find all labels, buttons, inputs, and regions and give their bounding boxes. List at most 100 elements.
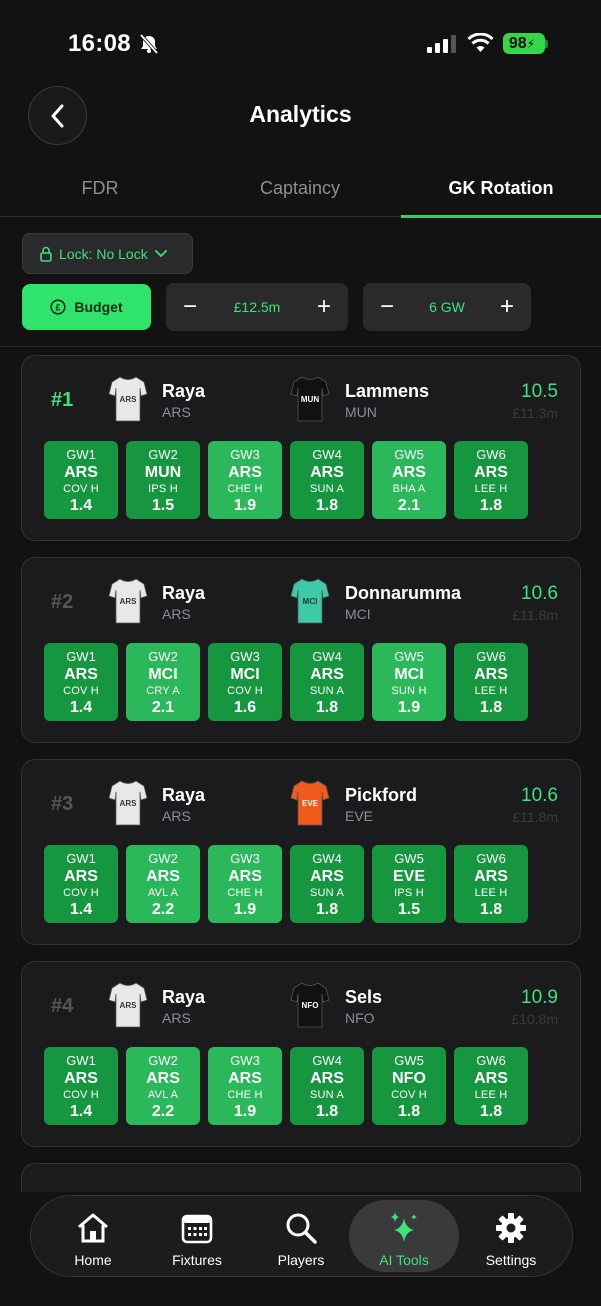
gw-value: 1.8: [397, 1103, 421, 1120]
gw-label: GW2: [148, 851, 178, 866]
battery-cap: [545, 40, 548, 48]
tab-gk-rotation[interactable]: GK Rotation: [401, 160, 601, 217]
sparkles-icon: [391, 1212, 417, 1242]
rotation-card[interactable]: #3 ARS Raya ARS EVE Pickford EVE 10.6 £1…: [21, 759, 581, 945]
search-icon: [286, 1213, 317, 1244]
nav-home[interactable]: Home: [38, 1200, 148, 1272]
kit-code-label: ARS: [120, 395, 138, 404]
rotation-card[interactable]: #2 ARS Raya ARS MCI Donnarumma MCI 10.6 …: [21, 557, 581, 743]
gw-team: ARS: [64, 464, 98, 481]
total-fdr: 10.6: [521, 785, 558, 806]
gw-team: ARS: [64, 1070, 98, 1087]
gw-value: 1.8: [315, 497, 339, 514]
player1-team: ARS: [162, 808, 191, 824]
nav-fixtures[interactable]: Fixtures: [142, 1200, 252, 1272]
rotation-list[interactable]: #1 ARS Raya ARS MUN Lammens MUN 10.5 £11…: [0, 347, 601, 1192]
nav-settings-label: Settings: [485, 1252, 537, 1268]
gw-opponent: CHE H: [227, 887, 263, 899]
gw-team: ARS: [146, 1070, 180, 1087]
gw-opponent: CRY A: [146, 685, 180, 697]
gw-value: 1.5: [151, 497, 175, 514]
kit-code-label: NFO: [302, 1001, 319, 1010]
gw-cell: GW6 ARS LEE H 1.8: [454, 643, 528, 721]
gw-team: ARS: [310, 666, 344, 683]
gw-cell: GW5 NFO COV H 1.8: [372, 1047, 446, 1125]
player2-team: MCI: [345, 606, 371, 622]
gw-team: ARS: [474, 666, 508, 683]
gw-opponent: SUN A: [309, 483, 344, 495]
kit-code-label: ARS: [120, 597, 138, 606]
gw-label: GW5: [394, 447, 424, 462]
gw-opponent: CHE H: [227, 483, 263, 495]
shirt-icon: EVE: [290, 780, 330, 826]
nav-settings[interactable]: Settings: [456, 1200, 566, 1272]
gw-cell: GW3 ARS CHE H 1.9: [208, 441, 282, 519]
player1-name: Raya: [162, 583, 206, 603]
gw-label: GW1: [66, 851, 96, 866]
rotation-card[interactable]: #4 ARS Raya ARS NFO Sels NFO 10.9 £10.8m…: [21, 961, 581, 1147]
gw-value: 1.8: [315, 699, 339, 716]
gw-label: GW6: [476, 649, 506, 664]
pair-price: £11.3m: [512, 405, 558, 421]
tab-bar: FDR Captaincy GK Rotation: [0, 160, 601, 218]
gw-label: GW2: [148, 1053, 178, 1068]
nav-players[interactable]: Players: [246, 1200, 356, 1272]
gw-opponent: SUN A: [309, 887, 344, 899]
gw-cell: GW6 ARS LEE H 1.8: [454, 441, 528, 519]
total-fdr: 10.5: [521, 381, 558, 402]
gw-value: 2.2: [151, 1103, 175, 1120]
player2-name: Pickford: [345, 785, 418, 805]
gw-value: 1.8: [479, 901, 503, 918]
gw-opponent: IPS H: [394, 887, 424, 899]
budget-label: Budget: [74, 299, 123, 315]
budget-toggle-button[interactable]: £ Budget: [22, 284, 151, 330]
gw-team: ARS: [228, 868, 262, 885]
gw-team: ARS: [310, 464, 344, 481]
tab-captaincy[interactable]: Captaincy: [200, 160, 400, 217]
gw-cell: GW1 ARS COV H 1.4: [44, 441, 118, 519]
gear-icon: [496, 1213, 526, 1243]
gw-label: GW6: [476, 851, 506, 866]
gw-value: 1.4: [69, 699, 93, 716]
gw-decrease-button[interactable]: −: [377, 295, 397, 319]
kit-code-label: EVE: [302, 799, 319, 808]
gw-team: NFO: [392, 1070, 426, 1087]
player2-team: EVE: [345, 808, 374, 824]
kit-icon: MUN: [290, 374, 330, 424]
gw-opponent: COV H: [63, 685, 99, 697]
gw-label: GW4: [312, 447, 342, 462]
tab-fdr[interactable]: FDR: [0, 160, 200, 217]
budget-decrease-button[interactable]: −: [180, 295, 200, 319]
gw-opponent: LEE H: [474, 887, 508, 899]
chevron-down-icon: [154, 249, 167, 257]
gw-label: GW1: [66, 649, 96, 664]
rotation-card[interactable]: #1 ARS Raya ARS MUN Lammens MUN 10.5 £11…: [21, 355, 581, 541]
gw-team: ARS: [474, 1070, 508, 1087]
gw-team: ARS: [146, 868, 180, 885]
pair-price: £11.8m: [512, 607, 558, 623]
rotation-card[interactable]: [21, 1163, 581, 1192]
gw-cell: GW4 ARS SUN A 1.8: [290, 1047, 364, 1125]
shirt-icon: NFO: [290, 982, 330, 1028]
battery-level: 98: [508, 34, 527, 52]
gw-value: 1.8: [315, 901, 339, 918]
gw-label: GW3: [230, 649, 260, 664]
nav-fixtures-label: Fixtures: [172, 1252, 222, 1268]
player2-name: Sels: [345, 987, 383, 1007]
pound-coin-icon: £: [50, 299, 66, 315]
status-time: 16:08: [68, 30, 131, 57]
budget-stepper: − £12.5m +: [166, 283, 348, 331]
gw-opponent: IPS H: [148, 483, 178, 495]
nav-ai-tools[interactable]: AI Tools: [349, 1200, 459, 1272]
gw-value: 1.4: [69, 497, 93, 514]
gw-cell: GW2 MUN IPS H 1.5: [126, 441, 200, 519]
budget-increase-button[interactable]: +: [314, 295, 334, 319]
lock-dropdown[interactable]: Lock: No Lock: [22, 233, 193, 274]
gw-increase-button[interactable]: +: [497, 295, 517, 319]
gw-team: ARS: [310, 868, 344, 885]
gw-team: ARS: [392, 464, 426, 481]
gw-row: GW1 ARS COV H 1.4 GW2 ARS AVL A 2.2 GW3 …: [44, 845, 528, 923]
player1-name: Raya: [162, 381, 206, 401]
gw-team: MCI: [148, 666, 178, 683]
gw-cell: GW3 MCI COV H 1.6: [208, 643, 282, 721]
